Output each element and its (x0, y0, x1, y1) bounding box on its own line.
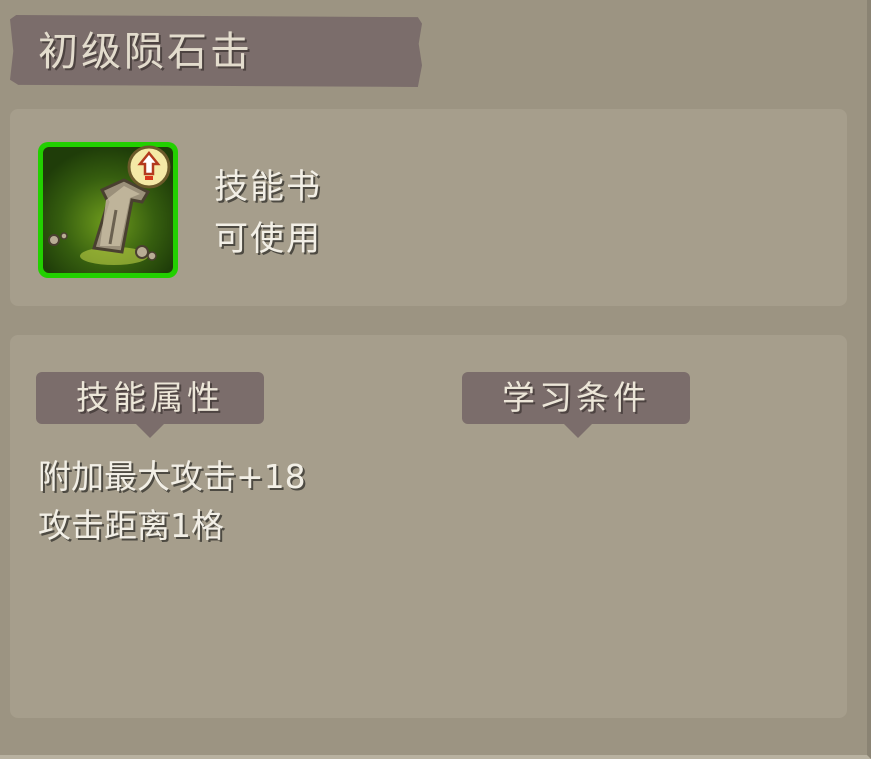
item-title: 初级陨石击 (38, 29, 253, 75)
learning-requirements-tab: 学习条件 (462, 372, 690, 438)
upgrade-arrow-badge-icon (127, 145, 171, 189)
item-tooltip: 初级陨石击 技能书 可使用 技能属性 学习条件 附加最大攻击+18 攻击距离1格 (0, 0, 871, 759)
attribute-line: 攻击距离1格 (38, 506, 224, 545)
skill-attributes-tab: 技能属性 (36, 372, 264, 438)
item-type: 技能书 (214, 167, 322, 207)
item-usability: 可使用 (214, 219, 322, 259)
attribute-line: 附加最大攻击+18 (38, 457, 306, 496)
